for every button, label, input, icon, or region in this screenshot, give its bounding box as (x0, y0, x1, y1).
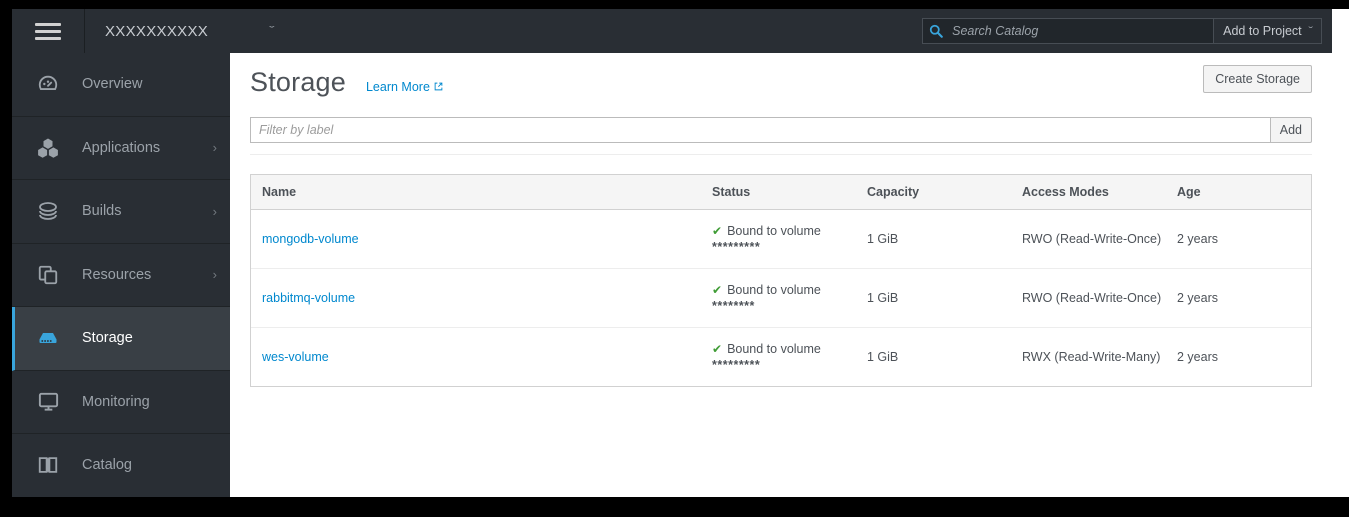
check-icon: ✔ (712, 283, 723, 297)
cell-age: 2 years (1166, 209, 1311, 269)
sidebar-item-label: Monitoring (82, 393, 150, 410)
sidebar-item-catalog[interactable]: Catalog (12, 434, 230, 497)
project-selector[interactable]: XXXXXXXXXX ˇ (85, 9, 305, 53)
cell-access-modes: RWX (Read-Write-Many) (1022, 350, 1161, 364)
sidebar-item-monitoring[interactable]: Monitoring (12, 371, 230, 434)
table-row: mongodb-volume ✔ Bound to volume *******… (251, 209, 1311, 269)
learn-more-link[interactable]: Learn More (366, 80, 443, 94)
column-header-access-modes[interactable]: Access Modes (1011, 175, 1166, 210)
status-text: Bound to volume (727, 283, 821, 297)
sidebar-item-label: Overview (82, 76, 143, 93)
sidebar-item-applications[interactable]: Applications › (12, 117, 230, 180)
check-icon: ✔ (712, 224, 723, 238)
sidebar-navigation: Overview Applications › Builds › Resourc… (12, 53, 230, 497)
status-badge: ✔ Bound to volume (712, 342, 856, 356)
project-name-label: XXXXXXXXXX (105, 22, 209, 40)
storage-icon (35, 325, 61, 351)
monitor-icon (35, 389, 61, 415)
cell-status: ✔ Bound to volume ******** (701, 268, 856, 328)
table-header-row: Name Status Capacity Access Modes Age (251, 175, 1311, 210)
book-icon (35, 452, 61, 478)
cell-name: mongodb-volume (251, 209, 701, 269)
sidebar-item-label: Catalog (82, 457, 132, 474)
search-icon (930, 24, 943, 38)
sidebar-item-label: Builds (82, 203, 122, 220)
status-detail: ******** (712, 299, 755, 313)
column-header-capacity[interactable]: Capacity (856, 175, 1011, 210)
table-row: rabbitmq-volume ✔ Bound to volume ******… (251, 268, 1311, 328)
cell-access-modes: RWO (Read-Write-Once) (1011, 268, 1166, 328)
sidebar-item-overview[interactable]: Overview (12, 53, 230, 117)
storage-table: Name Status Capacity Access Modes Age mo… (250, 174, 1312, 387)
sidebar-item-label: Resources (82, 266, 152, 283)
hamburger-icon (35, 19, 61, 44)
chevron-right-icon: › (212, 140, 217, 156)
chevron-right-icon: › (212, 267, 217, 283)
application-window: XXXXXXXXXX ˇ Add to Project ˇ (12, 9, 1349, 497)
sidebar-item-resources[interactable]: Resources › (12, 244, 230, 307)
cell-capacity: 1 GiB (856, 268, 1011, 328)
status-detail: ********* (712, 240, 761, 254)
volume-name-link[interactable]: wes-volume (262, 350, 329, 364)
check-icon: ✔ (712, 342, 723, 356)
sidebar-item-builds[interactable]: Builds › (12, 180, 230, 244)
cell-status: ✔ Bound to volume ********* (701, 209, 856, 269)
column-header-name[interactable]: Name (251, 175, 701, 210)
search-catalog-box[interactable] (922, 18, 1215, 44)
cubes-icon (35, 135, 61, 161)
volume-name-link[interactable]: rabbitmq-volume (262, 291, 355, 305)
dashboard-icon (35, 71, 61, 97)
cell-name: wes-volume (251, 328, 701, 387)
files-icon (35, 262, 61, 288)
chevron-down-icon: ˇ (1307, 25, 1313, 37)
status-detail: ********* (712, 358, 761, 372)
sidebar-item-label: Storage (82, 330, 133, 347)
sidebar-item-storage[interactable]: Storage (12, 307, 230, 371)
chevron-down-icon: ˇ (269, 25, 275, 37)
external-link-icon (434, 82, 443, 91)
column-header-status[interactable]: Status (701, 175, 856, 210)
cell-capacity: 1 GiB (856, 209, 1011, 269)
sidebar-item-label: Applications (82, 139, 161, 156)
status-badge: ✔ Bound to volume (712, 224, 856, 238)
cell-age: 2 years (1177, 350, 1218, 364)
cell-name: rabbitmq-volume (251, 268, 701, 328)
top-bar-right-group: Add to Project ˇ (922, 18, 1332, 44)
layers-icon (35, 198, 61, 224)
cell-access-modes: RWO (Read-Write-Once) (1011, 209, 1166, 269)
status-text: Bound to volume (727, 342, 821, 356)
main-content: Storage Learn More Create Storage Add Na… (230, 53, 1332, 497)
cell-capacity: 1 GiB (867, 350, 899, 364)
page-header: Storage Learn More Create Storage (230, 53, 1332, 111)
cell-age: 2 years (1166, 268, 1311, 328)
status-badge: ✔ Bound to volume (712, 283, 856, 297)
column-header-age[interactable]: Age (1166, 175, 1311, 210)
add-to-project-label: Add to Project (1223, 24, 1302, 38)
status-text: Bound to volume (727, 224, 821, 238)
add-filter-button[interactable]: Add (1269, 117, 1312, 143)
cell-status: ✔ Bound to volume ********* (701, 328, 856, 387)
page-title: Storage (250, 66, 346, 97)
table-row: wes-volume ✔ Bound to volume ********* 1… (251, 328, 1311, 387)
learn-more-label: Learn More (365, 79, 430, 94)
search-input[interactable] (950, 23, 1208, 39)
hamburger-menu-button[interactable] (12, 9, 85, 53)
chevron-right-icon: › (212, 203, 217, 219)
volume-name-link[interactable]: mongodb-volume (262, 232, 359, 246)
label-filter-bar: Add (250, 117, 1312, 155)
filter-by-label-input[interactable] (250, 117, 1270, 143)
add-to-project-dropdown[interactable]: Add to Project ˇ (1214, 18, 1322, 44)
table-body: mongodb-volume ✔ Bound to volume *******… (251, 209, 1311, 387)
table-header: Name Status Capacity Access Modes Age (251, 175, 1311, 210)
create-storage-button[interactable]: Create Storage (1203, 65, 1312, 93)
top-navigation-bar: XXXXXXXXXX ˇ Add to Project ˇ (12, 9, 1332, 53)
